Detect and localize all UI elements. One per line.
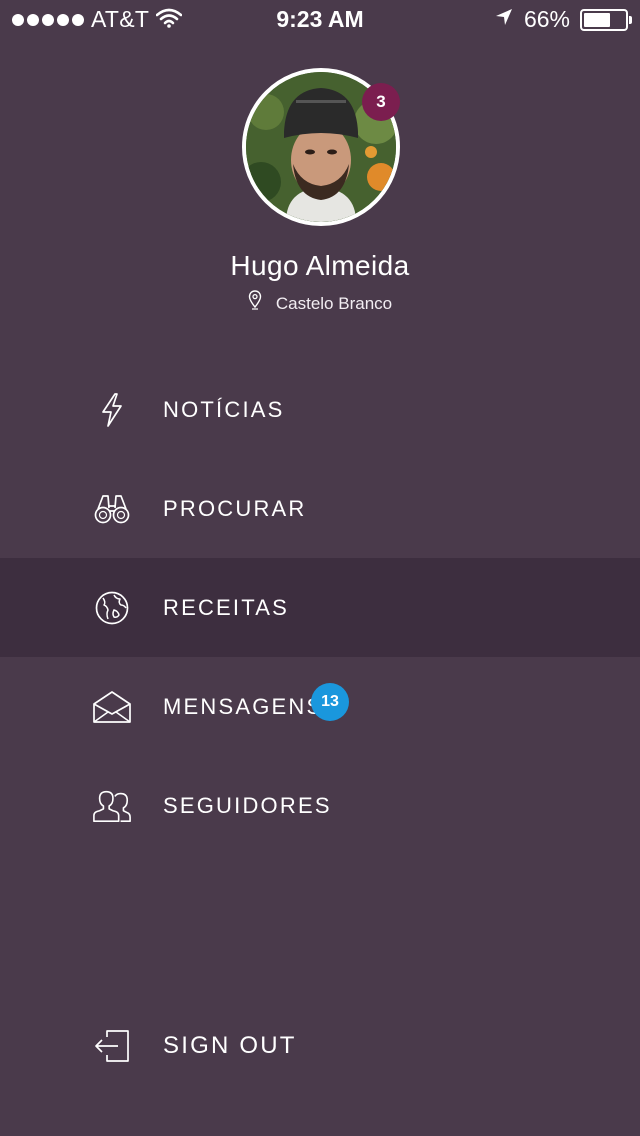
profile-name: Hugo Almeida (230, 250, 410, 281)
map-pin-icon (248, 290, 262, 315)
menu-item-label: RECEITAS (163, 594, 289, 620)
sign-out-button[interactable]: SIGN OUT (0, 996, 640, 1095)
followers-icon (92, 786, 132, 826)
message-count-badge: 13 (311, 683, 349, 721)
menu-item-label: NOTÍCIAS (163, 396, 285, 422)
profile-location: Castelo Branco (0, 290, 640, 315)
menu-item-label: MENSAGENS (163, 693, 324, 719)
menu-item-procurar[interactable]: PROCURAR (0, 459, 640, 558)
location-arrow-icon (494, 7, 514, 32)
globe-icon (92, 588, 132, 628)
status-bar: AT&T 9:23 AM 66% (0, 0, 640, 40)
menu-item-seguidores[interactable]: SEGUIDORES (0, 756, 640, 855)
battery-percent: 66% (523, 6, 570, 32)
avatar-container[interactable]: 3 (242, 68, 400, 226)
location-text: Castelo Branco (275, 293, 393, 313)
envelope-icon (92, 687, 132, 727)
binoculars-icon (92, 489, 132, 529)
lightning-icon (92, 390, 132, 430)
notification-badge[interactable]: 3 (362, 83, 400, 121)
sign-out-icon (92, 1026, 132, 1066)
menu-item-mensagens[interactable]: MENSAGENS 13 (0, 657, 640, 756)
sign-out-label: SIGN OUT (163, 1031, 297, 1059)
menu-item-receitas[interactable]: RECEITAS (0, 558, 640, 657)
battery-icon (580, 8, 632, 31)
menu-item-label: SEGUIDORES (163, 792, 332, 818)
status-bar-right: 66% (494, 6, 632, 33)
menu-item-noticias[interactable]: NOTÍCIAS (0, 360, 640, 459)
menu-item-label: PROCURAR (163, 495, 307, 521)
